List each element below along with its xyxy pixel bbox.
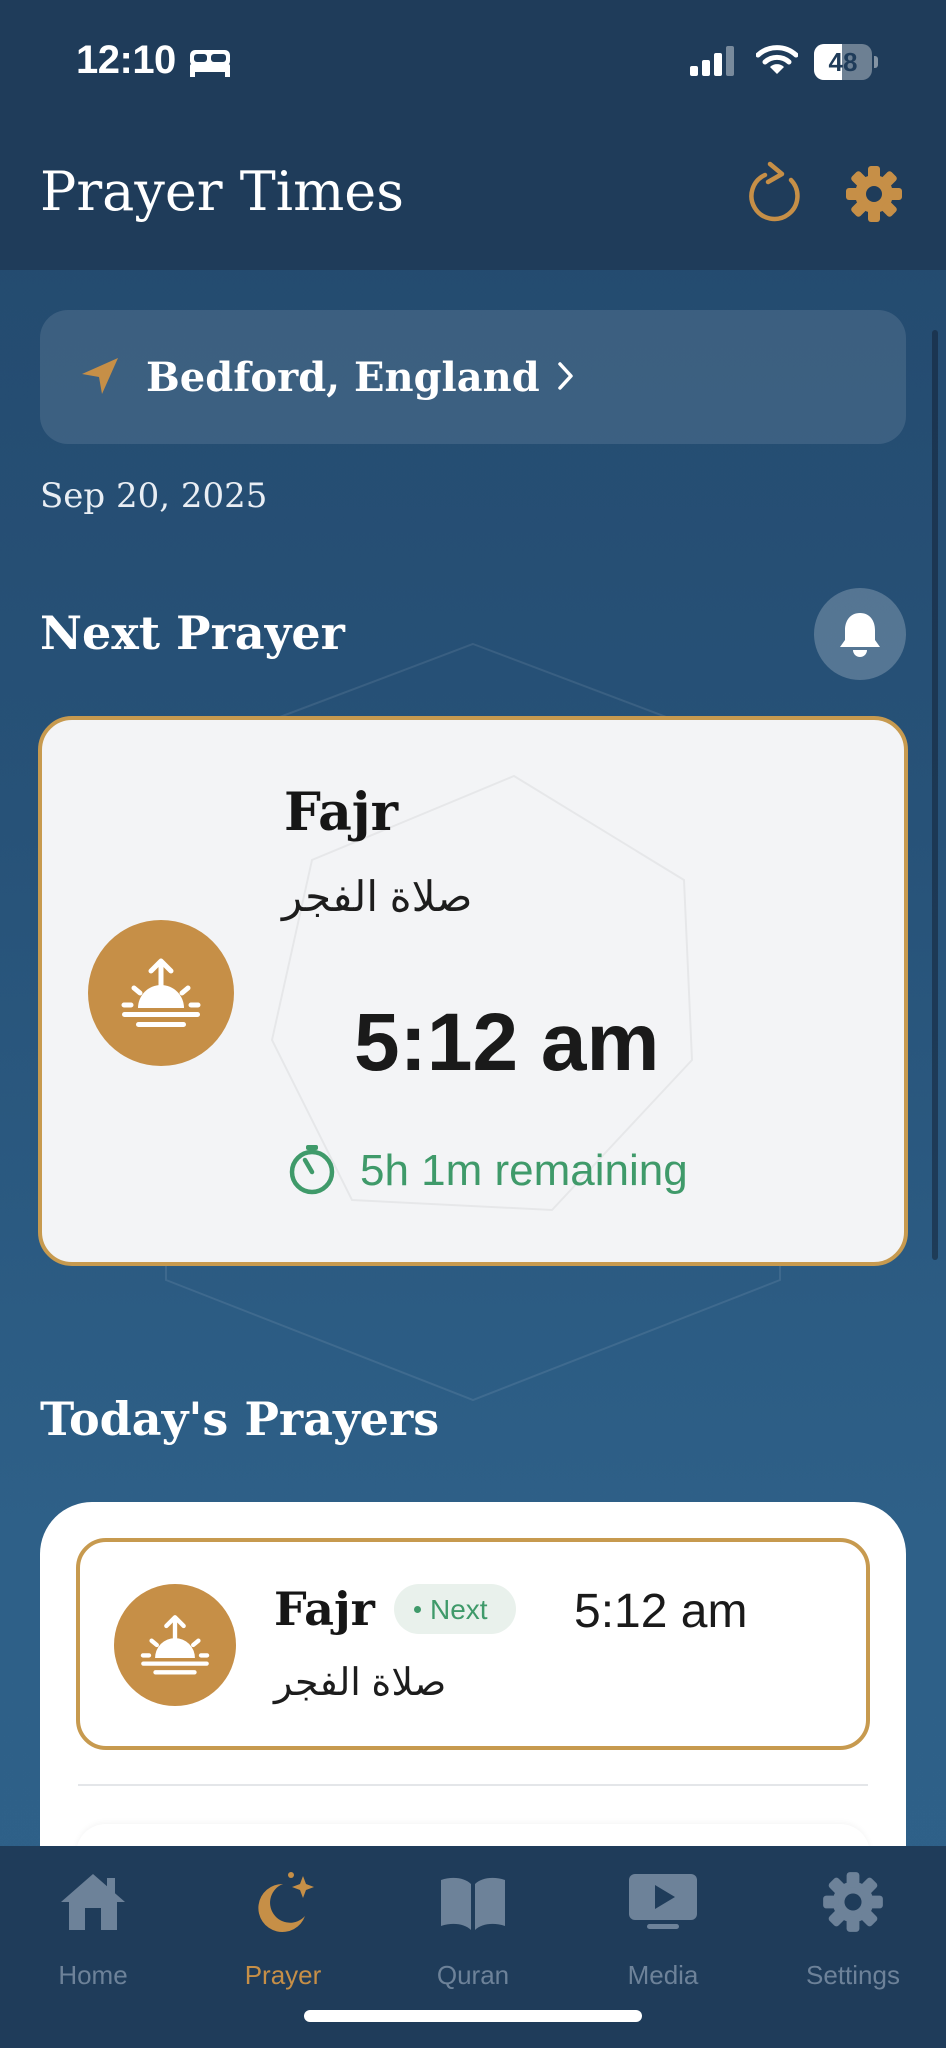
prayer-row-icon (114, 1584, 236, 1706)
sunrise-icon (121, 958, 201, 1027)
remaining-text: 5h 1m remaining (360, 1146, 688, 1195)
next-prayer-name: Fajr (284, 782, 398, 843)
battery-level: 48 (828, 47, 858, 77)
next-prayer-time: 5:12 am (354, 997, 660, 1088)
refresh-icon (749, 161, 800, 222)
notification-button[interactable] (814, 588, 906, 680)
prayer-row-arabic: صلاة الفجر (274, 1662, 447, 1704)
next-badge-label: Next (430, 1594, 488, 1625)
settings-button[interactable] (844, 164, 904, 224)
todays-prayers-heading: Today's Prayers (40, 1392, 440, 1446)
next-badge: Next (394, 1584, 516, 1634)
bell-icon (840, 613, 880, 657)
location-arrow-icon (78, 354, 122, 403)
status-bar: 12:10 48 (0, 0, 946, 120)
location-selector[interactable]: Bedford, England (40, 310, 906, 444)
next-prayer-icon (88, 920, 234, 1066)
tab-prayer-label: Prayer (244, 1960, 322, 1990)
tab-media-label: Media (627, 1960, 699, 1990)
status-time: 12:10 (76, 38, 176, 82)
sunrise-icon (140, 1615, 210, 1675)
tab-settings-label: Settings (806, 1960, 900, 1990)
tab-quran-label: Quran (436, 1960, 510, 1990)
gear-icon (823, 1872, 883, 1932)
next-prayer-card[interactable]: Fajr صلاة الفجر 5:12 am 5h 1m remaining (38, 716, 908, 1266)
next-prayer-arabic: صلاة الفجر (282, 873, 473, 920)
tab-quran[interactable]: Quran (393, 1862, 553, 1990)
tab-settings[interactable]: Settings (773, 1862, 933, 1990)
tab-prayer[interactable]: Prayer (203, 1862, 363, 1990)
gear-icon (846, 166, 902, 222)
page-title: Prayer Times (40, 160, 404, 223)
divider (78, 1784, 868, 1786)
prayer-row-name: Fajr (274, 1582, 375, 1636)
bed-icon (188, 46, 232, 83)
battery-icon: 48 (814, 44, 878, 80)
home-indicator[interactable] (304, 2010, 642, 2022)
chevron-right-icon (556, 360, 576, 397)
location-label: Bedford, England (146, 354, 540, 401)
signal-icon (690, 46, 736, 81)
wifi-icon (755, 44, 799, 81)
home-icon (61, 1874, 125, 1930)
tab-home[interactable]: Home (13, 1862, 173, 1990)
tab-home-label: Home (58, 1960, 128, 1990)
current-date: Sep 20, 2025 (40, 476, 268, 516)
refresh-button[interactable] (746, 160, 806, 226)
tab-media[interactable]: Media (583, 1862, 743, 1990)
prayer-row-time: 5:12 am (574, 1585, 748, 1638)
moon-star-icon (258, 1872, 314, 1932)
next-prayer-heading: Next Prayer (40, 606, 345, 660)
book-icon (441, 1877, 505, 1930)
timer-icon (289, 1145, 335, 1195)
play-icon (629, 1874, 697, 1929)
prayer-row-fajr[interactable]: Fajr Next 5:12 am صلاة الفجر (76, 1538, 870, 1750)
